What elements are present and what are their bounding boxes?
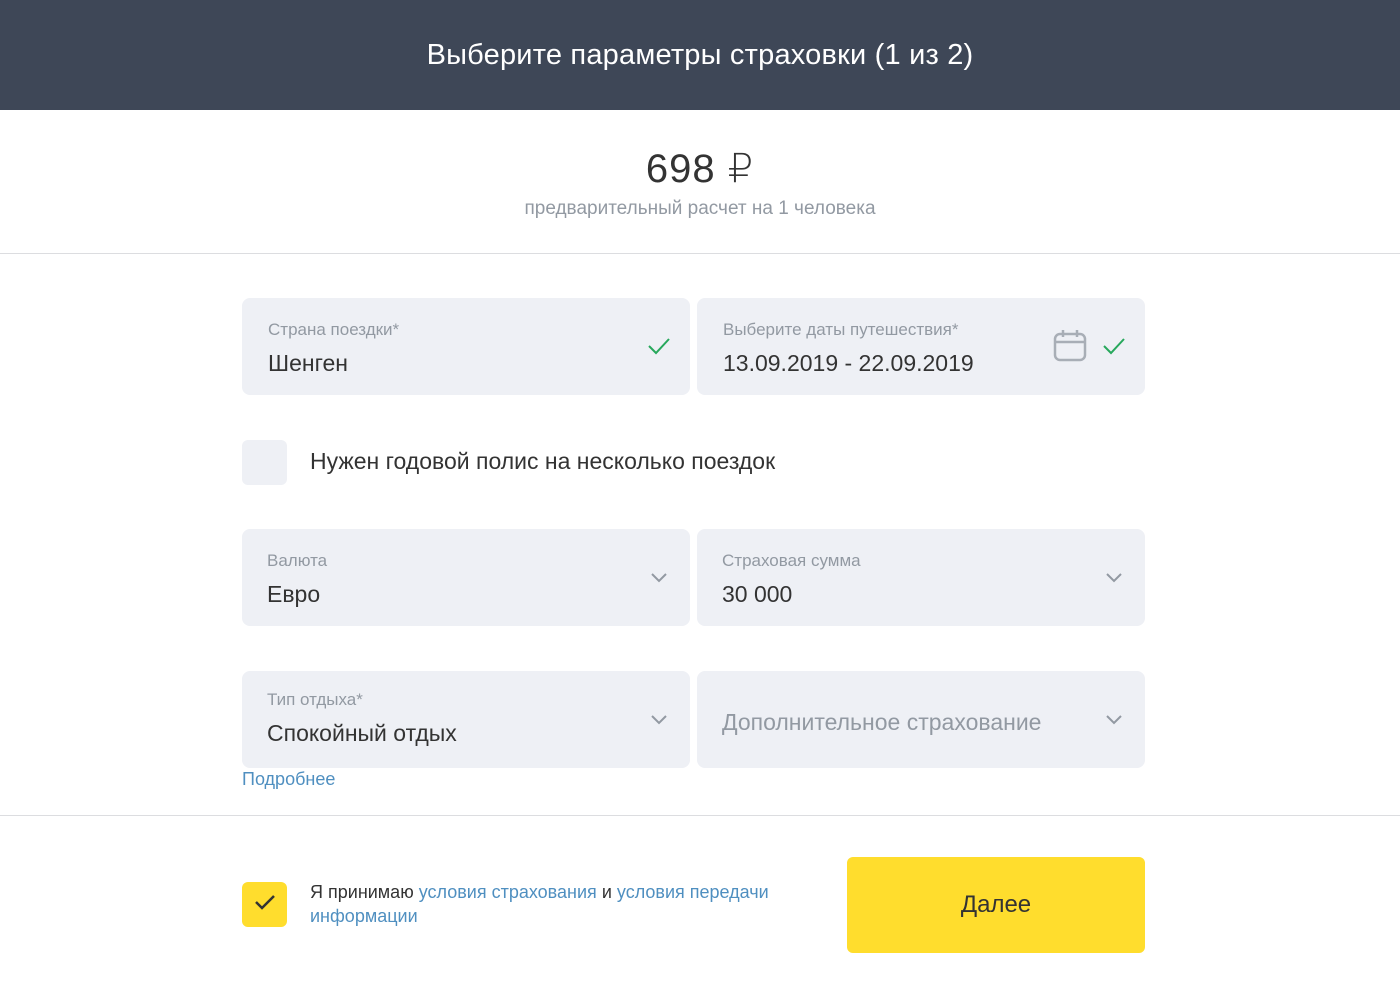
dates-field[interactable]: Выберите даты путешествия* 13.09.2019 - … <box>697 298 1145 395</box>
agree-and: и <box>601 882 612 902</box>
page-header: Выберите параметры страховки (1 из 2) <box>0 0 1400 110</box>
additional-insurance-select[interactable]: Дополнительное страхование <box>697 671 1145 768</box>
country-field-label: Страна поездки* <box>268 320 400 339</box>
more-info-link[interactable]: Подробнее <box>242 769 335 790</box>
dates-field-label: Выберите даты путешествия* <box>723 320 959 339</box>
checkmark-icon <box>252 889 278 920</box>
vacation-type-select-value: Спокойный отдых <box>267 720 457 746</box>
chevron-down-icon <box>1100 563 1128 591</box>
price-amount: 698 ₽ <box>645 147 755 191</box>
agree-prefix: Я принимаю <box>310 882 414 902</box>
page-title: Выберите параметры страховки (1 из 2) <box>426 38 974 71</box>
country-field[interactable]: Страна поездки* Шенген <box>242 298 690 395</box>
annual-policy-checkbox[interactable] <box>242 440 287 485</box>
insured-sum-select-label: Страховая сумма <box>722 551 861 570</box>
insured-sum-select-value: 30 000 <box>722 581 793 607</box>
price-summary: 698 ₽ предварительный расчет на 1 челове… <box>0 110 1400 254</box>
chevron-down-icon <box>1100 705 1128 733</box>
additional-insurance-placeholder: Дополнительное страхование <box>722 709 1042 735</box>
country-field-value: Шенген <box>268 350 348 376</box>
currency-select[interactable]: Валюта Евро <box>242 529 690 626</box>
chevron-down-icon <box>645 705 673 733</box>
dates-field-value: 13.09.2019 - 22.09.2019 <box>723 350 974 376</box>
chevron-down-icon <box>645 563 673 591</box>
insurance-terms-link[interactable]: условия страхования <box>419 882 597 902</box>
insured-sum-select[interactable]: Страховая сумма 30 000 <box>697 529 1145 626</box>
vacation-type-select-label: Тип отдыха* <box>267 690 363 709</box>
annual-policy-label: Нужен годовой полис на несколько поездок <box>310 448 776 474</box>
checkmark-icon <box>1100 332 1128 360</box>
calendar-icon[interactable] <box>1053 329 1087 363</box>
next-button[interactable]: Далее <box>847 857 1145 953</box>
currency-select-value: Евро <box>267 581 321 607</box>
price-subtitle: предварительный расчет на 1 человека <box>524 198 876 219</box>
footer-divider <box>0 815 1400 816</box>
agree-checkbox[interactable] <box>242 882 287 927</box>
vacation-type-select[interactable]: Тип отдыха* Спокойный отдых <box>242 671 690 768</box>
agree-text: Я принимаю условия страхования и условия… <box>310 880 830 928</box>
currency-select-label: Валюта <box>267 551 328 570</box>
checkmark-icon <box>645 332 673 360</box>
